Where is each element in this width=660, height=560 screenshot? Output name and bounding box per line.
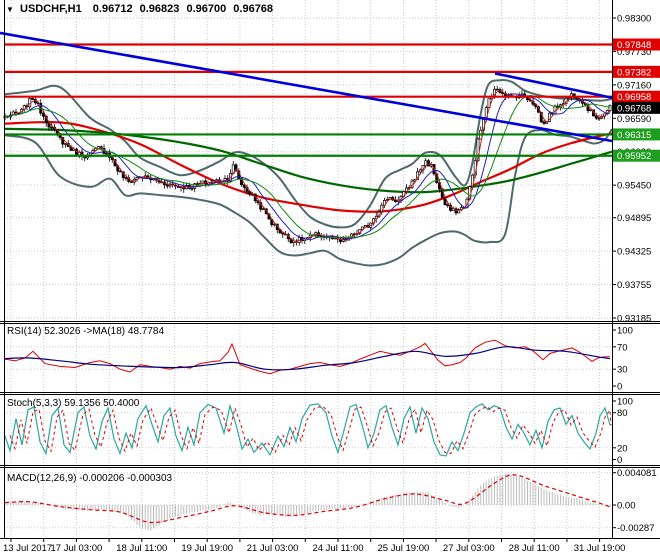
indicator-axis-label: 0.00	[617, 501, 636, 512]
candle-body	[385, 199, 389, 201]
rsi-ma-line	[4, 346, 611, 371]
price-tag-label: 0.96315	[617, 130, 651, 141]
candle-body	[190, 187, 194, 190]
trading-chart-window: 0.983000.977300.971600.965900.960200.954…	[0, 0, 660, 560]
rsi-line	[4, 339, 611, 375]
price-axis-label: 0.96590	[617, 114, 651, 125]
candle-body	[446, 204, 450, 207]
panel-borders	[0, 0, 660, 539]
candle-body	[597, 117, 601, 120]
time-axis-label: 27 Jul 03:00	[443, 543, 495, 554]
candle-body	[542, 121, 546, 124]
price-axis-label: 0.94325	[617, 247, 651, 258]
price-tag-label: 0.97382	[617, 67, 651, 78]
candle-body	[124, 177, 128, 179]
indicator-axis-label: 30	[617, 365, 628, 376]
price-axis-label: 0.97160	[617, 80, 651, 91]
price-tag-label: 0.96958	[617, 92, 651, 103]
ma-slow-green-line	[4, 127, 613, 194]
indicator-axis-label: 0	[617, 455, 622, 466]
indicator-axis-label: 0.004081	[617, 468, 657, 479]
time-axis-label: 21 Jul 03:00	[247, 543, 299, 554]
candle-body	[262, 208, 265, 211]
indicator-axis-label: 70	[617, 342, 628, 353]
candle-body	[594, 115, 598, 119]
time-axis-label: 19 Jul 19:00	[181, 543, 233, 554]
price-tag-label: 0.95952	[617, 151, 651, 162]
gridlines	[4, 0, 612, 537]
price-axis-label: 0.93185	[617, 314, 651, 325]
candle-body	[105, 152, 109, 155]
time-axis[interactable]: 13 Jul 201717 Jul 03:00 18 Jul 11:00 19 Ju…	[3, 538, 626, 555]
candle-body	[64, 143, 67, 145]
ma-fast-red-line	[4, 89, 611, 243]
macd-histogram	[4, 473, 611, 531]
indicator-axis-label: 100	[617, 397, 633, 408]
price-tag-label: 0.96768	[617, 103, 651, 114]
time-axis-label: 25 Jul 19:00	[378, 543, 430, 554]
time-axis-label: 31 Jul 19:00	[574, 543, 626, 554]
ma-fast-green-line	[4, 94, 611, 239]
candle-body	[50, 126, 54, 129]
indicator-axes[interactable]: 10070300100802000.0040810.00-0.00287	[612, 326, 657, 535]
chart-canvas[interactable]: 0.983000.977300.971600.965900.960200.954…	[0, 0, 660, 560]
candle-body	[608, 104, 612, 112]
time-axis-label: 28 Jul 11:00	[509, 543, 560, 554]
time-axis-label: 18 Jul 11:00	[116, 543, 167, 554]
indicator-axis-label: -0.00287	[617, 523, 655, 534]
time-axis-label: 24 Jul 11:00	[312, 543, 363, 554]
price-axis-label: 0.93755	[617, 280, 651, 291]
indicator-axis-label: 100	[617, 326, 633, 337]
indicator-axis-label: 20	[617, 443, 628, 454]
price-tag-label: 0.97848	[617, 40, 651, 51]
time-axis-label: 13 Jul 2017	[3, 543, 52, 554]
price-axis-label: 0.94895	[617, 213, 651, 224]
candle-body	[427, 160, 430, 167]
candle-body	[130, 181, 133, 183]
indicator-axis-label: 80	[617, 408, 628, 419]
price-axis-label: 0.95450	[617, 181, 651, 192]
candles-series	[3, 85, 612, 247]
price-axis[interactable]: 0.983000.977300.971600.965900.960200.954…	[612, 14, 660, 325]
time-axis-label: 17 Jul 03:00	[51, 543, 103, 554]
candle-body	[495, 88, 499, 91]
indicator-axis-label: 0	[617, 382, 622, 393]
price-axis-label: 0.98300	[617, 14, 651, 25]
candle-body	[31, 98, 34, 100]
